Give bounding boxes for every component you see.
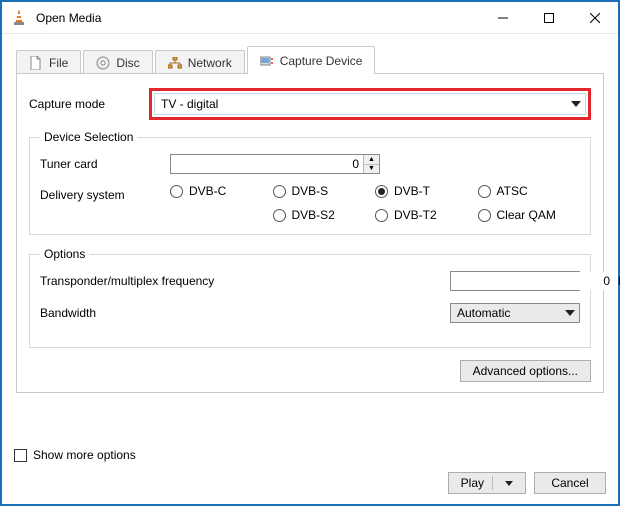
tab-file-label: File xyxy=(49,56,68,70)
radio-clearqam[interactable]: Clear QAM xyxy=(478,208,581,222)
bandwidth-value: Automatic xyxy=(457,306,510,320)
capture-mode-select[interactable]: TV - digital xyxy=(154,93,586,115)
options-legend: Options xyxy=(40,247,89,261)
tuner-card-input[interactable] xyxy=(171,155,363,173)
minimize-button[interactable] xyxy=(480,2,526,33)
tab-capture-device-label: Capture Device xyxy=(280,54,363,68)
tab-file[interactable]: File xyxy=(16,50,81,74)
file-icon xyxy=(29,56,43,70)
bandwidth-select[interactable]: Automatic xyxy=(450,303,580,323)
spin-down-icon[interactable]: ▼ xyxy=(364,165,379,174)
window-title: Open Media xyxy=(36,11,480,25)
close-button[interactable] xyxy=(572,2,618,33)
capture-panel: Capture mode TV - digital Device Selecti… xyxy=(16,74,604,393)
radio-atsc[interactable]: ATSC xyxy=(478,184,581,198)
device-selection-legend: Device Selection xyxy=(40,130,137,144)
chevron-down-icon xyxy=(505,481,513,486)
tab-network[interactable]: Network xyxy=(155,50,245,74)
disc-icon xyxy=(96,56,110,70)
radio-dvbc[interactable]: DVB-C xyxy=(170,184,273,198)
chevron-down-icon xyxy=(571,101,581,107)
frequency-input[interactable] xyxy=(451,272,614,290)
checkbox-icon xyxy=(14,449,27,462)
cancel-button[interactable]: Cancel xyxy=(534,472,606,494)
show-more-options-checkbox[interactable]: Show more options xyxy=(14,448,606,462)
capture-mode-label: Capture mode xyxy=(29,97,149,111)
tab-disc[interactable]: Disc xyxy=(83,50,152,74)
tab-capture-device[interactable]: Capture Device xyxy=(247,46,376,74)
tuner-card-label: Tuner card xyxy=(40,157,170,171)
frequency-label: Transponder/multiplex frequency xyxy=(40,274,450,288)
play-button[interactable]: Play xyxy=(448,472,526,494)
bandwidth-label: Bandwidth xyxy=(40,306,450,320)
show-more-options-label: Show more options xyxy=(33,448,136,462)
tab-disc-label: Disc xyxy=(116,56,139,70)
vlc-icon xyxy=(10,9,28,27)
device-selection-group: Device Selection Tuner card ▲ ▼ Delivery… xyxy=(29,130,591,235)
capture-mode-value: TV - digital xyxy=(161,97,218,111)
footer: Show more options Play Cancel xyxy=(14,448,606,494)
capture-icon xyxy=(260,54,274,68)
capture-mode-highlight: TV - digital xyxy=(149,88,591,120)
radio-dvbs[interactable]: DVB-S xyxy=(273,184,376,198)
titlebar: Open Media xyxy=(2,2,618,34)
advanced-options-button[interactable]: Advanced options... xyxy=(460,360,591,382)
radio-dvbt2[interactable]: DVB-T2 xyxy=(375,208,478,222)
radio-dvbs2[interactable]: DVB-S2 xyxy=(273,208,376,222)
chevron-down-icon xyxy=(565,310,575,316)
frequency-spin[interactable]: kHz ▲ ▼ xyxy=(450,271,580,291)
maximize-button[interactable] xyxy=(526,2,572,33)
network-icon xyxy=(168,56,182,70)
radio-dvbt[interactable]: DVB-T xyxy=(375,184,478,198)
options-group: Options Transponder/multiplex frequency … xyxy=(29,247,591,348)
tabs: File Disc Network Capture Device xyxy=(16,46,604,74)
spin-up-icon[interactable]: ▲ xyxy=(364,155,379,165)
delivery-system-label: Delivery system xyxy=(40,184,170,202)
tuner-card-spin[interactable]: ▲ ▼ xyxy=(170,154,380,174)
tab-network-label: Network xyxy=(188,56,232,70)
